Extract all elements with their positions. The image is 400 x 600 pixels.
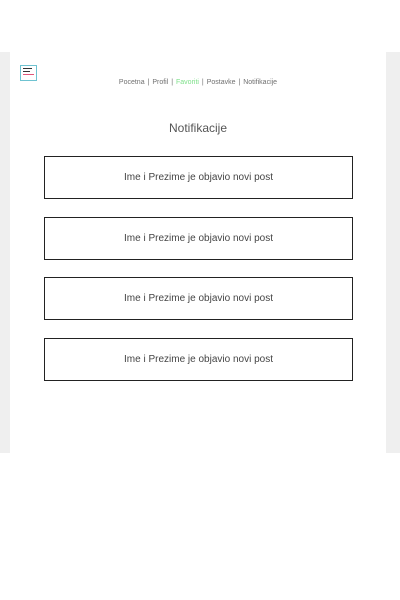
nav-separator: | xyxy=(171,79,174,86)
notification-item[interactable]: Ime i Prezime je objavio novi post xyxy=(44,156,353,199)
notification-text: Ime i Prezime je objavio novi post xyxy=(124,172,273,183)
nav-item-profil[interactable]: Profil xyxy=(152,79,168,86)
nav-item-notifikacije[interactable]: Notifikacije xyxy=(243,79,277,86)
notification-item[interactable]: Ime i Prezime je objavio novi post xyxy=(44,338,353,381)
page-title: Notifikacije xyxy=(168,121,228,135)
nav-separator: | xyxy=(147,79,150,86)
nav-separator: | xyxy=(201,79,204,86)
nav-item-favoriti[interactable]: Favoriti xyxy=(176,79,199,86)
logo-line xyxy=(23,71,30,72)
notification-item[interactable]: Ime i Prezime je objavio novi post xyxy=(44,217,353,260)
notification-text: Ime i Prezime je objavio novi post xyxy=(124,233,273,244)
notification-text: Ime i Prezime je objavio novi post xyxy=(124,354,273,365)
notification-text: Ime i Prezime je objavio novi post xyxy=(124,293,273,304)
nav-item-postavke[interactable]: Postavke xyxy=(207,79,236,86)
nav-item-pocetna[interactable]: Pocetna xyxy=(119,79,145,86)
logo-line xyxy=(23,68,32,69)
logo-line xyxy=(23,74,34,75)
top-navigation: Pocetna | Profil | Favoriti | Postavke |… xyxy=(0,79,396,86)
notification-item[interactable]: Ime i Prezime je objavio novi post xyxy=(44,277,353,320)
nav-separator: | xyxy=(238,79,241,86)
